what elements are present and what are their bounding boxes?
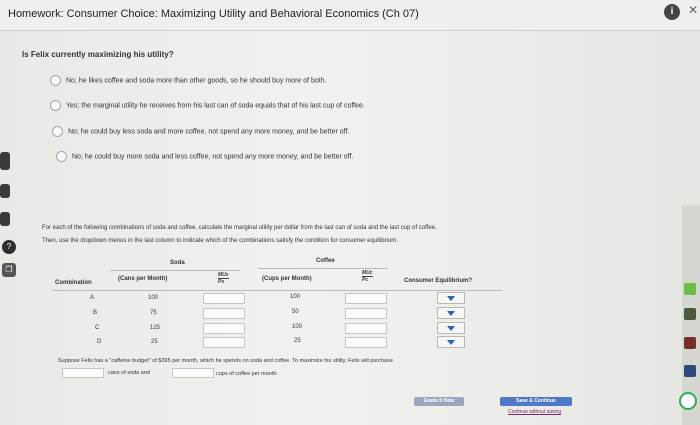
continue-without-saving-link[interactable]: Continue without saving	[508, 409, 561, 415]
mu-soda-input-c[interactable]	[203, 323, 245, 334]
combination-cell: B	[93, 310, 98, 316]
radio-button-icon[interactable]	[56, 151, 67, 162]
coffee-header-rule	[258, 268, 388, 269]
radio-button-icon[interactable]	[50, 75, 61, 86]
combination-cell: C	[95, 325, 100, 331]
dropdown-arrow-icon	[447, 311, 455, 316]
equilibrium-dropdown-b[interactable]	[437, 307, 465, 319]
soda-units-header: (Cans per Month)	[118, 276, 168, 282]
dropdown-arrow-icon	[447, 296, 455, 301]
soda-cell: 125	[150, 325, 161, 331]
side-app-icon[interactable]	[679, 392, 697, 410]
equilibrium-dropdown-d[interactable]	[437, 336, 465, 348]
coffee-units-header: (Cups per Month)	[262, 276, 312, 282]
soda-header: Soda	[170, 260, 185, 266]
coffee-quantity-input[interactable]	[172, 368, 214, 378]
soda-cell: 100	[148, 295, 159, 301]
mu-soda-input-b[interactable]	[203, 308, 245, 319]
copy-icon[interactable]: ❐	[2, 263, 16, 277]
left-edge-tab	[0, 212, 10, 226]
mu-coffee-input-d[interactable]	[345, 337, 387, 348]
side-app-icon[interactable]	[684, 283, 696, 295]
close-icon[interactable]: ✕	[688, 3, 698, 17]
mu-soda-denominator: Ps	[218, 279, 225, 285]
consumer-equilibrium-header: Consumer Equilibrium?	[404, 278, 473, 284]
coffee-cell: 25	[294, 338, 301, 344]
mu-coffee-header: MUc Pc	[362, 270, 373, 283]
left-edge-tab	[0, 184, 10, 198]
instructions-line-2: Then, use the dropdown menus in the last…	[42, 238, 398, 244]
grade-it-now-button[interactable]: Grade It Now	[414, 397, 464, 406]
instructions-line-1: For each of the following combinations o…	[42, 225, 437, 231]
side-app-icon[interactable]	[684, 337, 696, 349]
radio-button-icon[interactable]	[52, 126, 63, 137]
mu-coffee-input-a[interactable]	[345, 293, 387, 304]
answer-option-4[interactable]: No; he could buy more soda and less coff…	[56, 151, 353, 162]
coffee-cell: 50	[292, 309, 299, 315]
help-icon[interactable]: ?	[2, 240, 16, 254]
coffee-quantity-label: cups of coffee per month.	[216, 371, 278, 377]
radio-button-icon[interactable]	[50, 100, 61, 111]
soda-header-rule	[110, 270, 240, 271]
coffee-cell: 100	[290, 294, 301, 300]
soda-quantity-input[interactable]	[62, 368, 104, 378]
budget-sentence: Suppose Felix has a "caffeine budget" of…	[58, 358, 393, 364]
side-app-icon[interactable]	[684, 365, 696, 377]
answer-option-2[interactable]: Yes; the marginal utility he receives fr…	[50, 100, 365, 111]
header-bar: Homework: Consumer Choice: Maximizing Ut…	[0, 0, 700, 31]
answer-option-label: Yes; the marginal utility he receives fr…	[66, 102, 365, 110]
equilibrium-dropdown-a[interactable]	[437, 292, 465, 304]
answer-option-label: No; he could buy less soda and more coff…	[68, 128, 350, 136]
mu-coffee-input-c[interactable]	[345, 323, 387, 334]
info-icon[interactable]: i	[664, 4, 680, 20]
homework-page: Homework: Consumer Choice: Maximizing Ut…	[0, 0, 700, 425]
soda-quantity-label: cans of soda and	[108, 370, 150, 376]
page-title: Homework: Consumer Choice: Maximizing Ut…	[8, 8, 419, 20]
mu-soda-input-a[interactable]	[203, 293, 245, 304]
instructions: For each of the following combinations o…	[42, 222, 437, 248]
mu-soda-input-d[interactable]	[203, 337, 245, 348]
mu-soda-header: MUs Ps	[218, 272, 229, 285]
question-text: Is Felix currently maximizing his utilit…	[22, 50, 174, 59]
soda-cell: 25	[151, 339, 158, 345]
mu-soda-numerator: MUs	[218, 272, 229, 279]
answer-option-3[interactable]: No; he could buy less soda and more coff…	[52, 126, 349, 137]
equilibrium-dropdown-c[interactable]	[437, 322, 465, 334]
mu-coffee-input-b[interactable]	[345, 308, 387, 319]
answer-option-label: No; he likes coffee and soda more than o…	[66, 77, 327, 85]
answer-option-label: No; he could buy more soda and less coff…	[72, 153, 354, 161]
side-app-icon[interactable]	[684, 308, 696, 320]
combination-cell: A	[90, 295, 95, 301]
left-edge-tab	[0, 152, 10, 170]
table-header-rule	[52, 290, 502, 291]
coffee-header: Coffee	[316, 258, 335, 264]
dropdown-arrow-icon	[447, 326, 455, 331]
mu-coffee-denominator: Pc	[362, 277, 369, 283]
dropdown-arrow-icon	[447, 340, 455, 345]
coffee-cell: 100	[292, 324, 303, 330]
soda-cell: 75	[150, 310, 157, 316]
combination-header: Combination	[55, 280, 92, 286]
mu-coffee-numerator: MUc	[362, 270, 373, 277]
save-and-continue-button[interactable]: Save & Continue	[500, 397, 572, 406]
combination-cell: D	[97, 339, 102, 345]
answer-option-1[interactable]: No; he likes coffee and soda more than o…	[50, 75, 327, 86]
